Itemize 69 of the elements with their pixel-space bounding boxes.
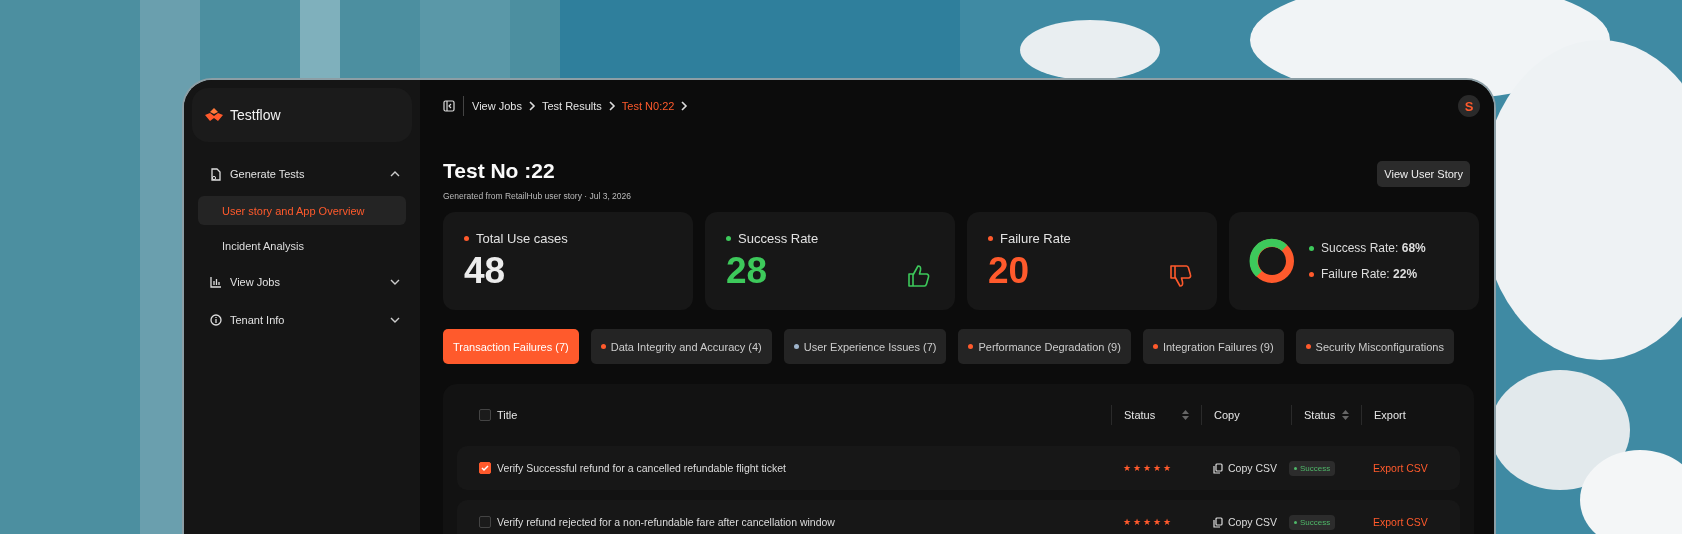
nav-subitem[interactable]: Incident Analysis xyxy=(198,231,406,260)
app-name: Testflow xyxy=(230,107,281,123)
legend-label: Failure Rate: 22% xyxy=(1321,267,1418,281)
table-row[interactable]: Verify Successful refund for a cancelled refundable flight ticket ★ ★ ★ ★ ★ Copy CSV Success Export CSV xyxy=(457,446,1460,490)
nav-item[interactable]: View Jobs xyxy=(192,266,412,298)
chevron-right-icon xyxy=(607,101,616,111)
info-icon xyxy=(210,314,222,326)
logo-icon xyxy=(204,107,224,123)
nav-item[interactable]: Generate Tests xyxy=(192,158,412,190)
star-icon: ★ xyxy=(1163,517,1171,527)
stat-label: Success Rate xyxy=(738,231,819,246)
donut-chart-drawing xyxy=(1249,238,1295,284)
thumbs-up-icon xyxy=(907,264,931,288)
star-icon: ★ xyxy=(1133,463,1141,473)
sidebar-toggle-icon[interactable] xyxy=(443,100,455,112)
legend-label: Success Rate: 68% xyxy=(1321,241,1426,255)
breadcrumb-link[interactable]: View Jobs xyxy=(472,100,522,112)
category-tab[interactable]: Data Integrity and Accuracy (4) xyxy=(590,329,772,364)
star-icon: ★ xyxy=(1163,463,1171,473)
avatar[interactable]: S xyxy=(1458,95,1480,117)
category-tab[interactable]: Performance Degradation (9) xyxy=(958,329,1131,364)
star-icon: ★ xyxy=(1143,517,1151,527)
chart-icon xyxy=(210,276,222,288)
column-header: Status xyxy=(1124,409,1156,421)
select-all-checkbox[interactable] xyxy=(479,409,491,421)
column-header: Title xyxy=(497,409,518,421)
copy-icon xyxy=(1213,516,1223,528)
copy-icon xyxy=(1213,462,1223,474)
test-title: Verify refund rejected for a non-refundable fare after cancellation window xyxy=(497,516,836,528)
category-tab[interactable]: Integration Failures (9) xyxy=(1142,329,1284,364)
sort-icon[interactable] xyxy=(1342,410,1349,420)
thumbs-down-icon xyxy=(1169,264,1193,288)
page-title: Test No :22 xyxy=(443,159,556,183)
stat-label: Failure Rate xyxy=(1000,231,1071,246)
category-tab[interactable]: User Experience Issues (7) xyxy=(783,329,947,364)
sort-icon[interactable] xyxy=(1182,410,1189,420)
stat-value: 48 xyxy=(464,250,506,292)
nav-subitem[interactable]: User story and App Overview xyxy=(198,196,406,225)
test-title: Verify Successful refund for a cancelled refundable flight ticket xyxy=(497,462,787,474)
page-subtitle: Generated from RetailHub user story · Jul 3, 2026 xyxy=(443,191,632,201)
nav-item[interactable]: Tenant Info xyxy=(192,304,412,336)
stat-value: 20 xyxy=(988,250,1030,292)
column-header: Status xyxy=(1304,409,1336,421)
chevron-right-icon xyxy=(527,101,536,111)
status-badge: Success xyxy=(1289,461,1336,476)
status-badge: Success xyxy=(1289,515,1336,530)
stat-label: Total Use cases xyxy=(476,231,568,246)
star-icon: ★ xyxy=(1123,463,1131,473)
chevron-right-icon xyxy=(680,101,689,111)
star-icon: ★ xyxy=(1133,517,1141,527)
breadcrumb-link[interactable]: Test N0:22 xyxy=(621,100,675,112)
column-header: Export xyxy=(1374,409,1406,421)
star-icon: ★ xyxy=(1153,517,1161,527)
copy-csv-link[interactable]: Copy CSV xyxy=(1201,516,1291,528)
stat-value: 28 xyxy=(726,250,768,292)
file-icon xyxy=(210,167,222,181)
row-checkbox[interactable] xyxy=(479,462,491,474)
table-row[interactable]: Verify refund rejected for a non-refundable fare after cancellation window ★ ★ ★ ★ ★ Copy CSV Success Export CSV xyxy=(457,500,1460,534)
copy-csv-link[interactable]: Copy CSV xyxy=(1201,462,1291,474)
star-icon: ★ xyxy=(1153,463,1161,473)
category-tab[interactable]: Security Misconfigurations xyxy=(1295,329,1454,364)
export-csv-link[interactable]: Export CSV xyxy=(1361,516,1456,528)
breadcrumb-link[interactable]: Test Results xyxy=(541,100,602,112)
star-icon: ★ xyxy=(1123,517,1131,527)
view-user-story-button[interactable]: View User Story xyxy=(1377,161,1470,187)
row-checkbox[interactable] xyxy=(479,516,491,528)
star-icon: ★ xyxy=(1143,463,1151,473)
export-csv-link[interactable]: Export CSV xyxy=(1361,462,1456,474)
column-header: Copy xyxy=(1214,409,1240,421)
